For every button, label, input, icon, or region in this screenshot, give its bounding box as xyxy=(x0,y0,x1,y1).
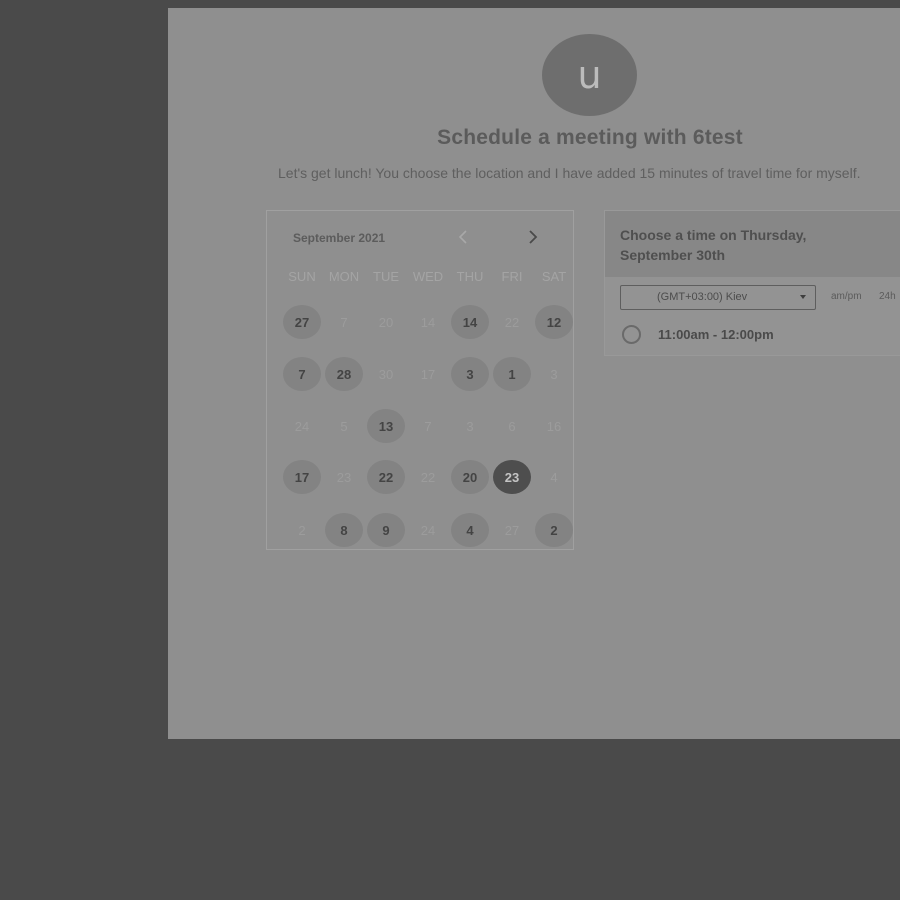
weekday-label: MON xyxy=(328,269,360,284)
selected-day[interactable]: 23 xyxy=(493,460,531,494)
day-cell: 22 xyxy=(420,469,436,485)
day-cell: 30 xyxy=(378,366,394,382)
chevron-right-icon xyxy=(529,230,538,244)
available-day[interactable]: 27 xyxy=(283,305,321,339)
day-cell: 3 xyxy=(466,418,474,434)
available-day[interactable]: 9 xyxy=(367,513,405,547)
day-cell: 24 xyxy=(294,418,310,434)
avatar-initial: u xyxy=(577,53,602,97)
day-cell: 27 xyxy=(504,522,520,538)
available-day[interactable]: 28 xyxy=(325,357,363,391)
avatar: u xyxy=(542,34,637,116)
available-day[interactable]: 8 xyxy=(325,513,363,547)
day-cell: 3 xyxy=(550,366,558,382)
available-day[interactable]: 17 xyxy=(283,460,321,494)
timezone-select[interactable]: (GMT+03:00) Kiev xyxy=(620,285,816,310)
time-picker-panel: Choose a time on Thursday, September 30t… xyxy=(604,210,900,356)
available-day[interactable]: 7 xyxy=(283,357,321,391)
day-cell: 16 xyxy=(546,418,562,434)
page-subtitle: Let's get lunch! You choose the location… xyxy=(278,165,861,181)
calendar: September 2021 SUN MON TUE WED THU FRI SAT 27 7… xyxy=(266,210,574,550)
day-cell: 23 xyxy=(336,469,352,485)
available-day[interactable]: 1 xyxy=(493,357,531,391)
calendar-month-label: September 2021 xyxy=(293,231,386,245)
scheduler-panel: u Schedule a meeting with 6test Let's ge… xyxy=(168,8,900,739)
available-day[interactable]: 20 xyxy=(451,460,489,494)
available-day[interactable]: 22 xyxy=(367,460,405,494)
day-cell: 24 xyxy=(420,522,436,538)
weekday-label: TUE xyxy=(373,269,399,284)
available-day[interactable]: 14 xyxy=(451,305,489,339)
time-slot-label: 11:00am - 12:00pm xyxy=(658,327,774,342)
next-month-button[interactable] xyxy=(523,227,543,247)
day-cell: 5 xyxy=(340,418,348,434)
available-day[interactable]: 2 xyxy=(535,513,573,547)
day-cell: 4 xyxy=(550,469,558,485)
day-cell: 22 xyxy=(504,314,520,330)
radio-button[interactable] xyxy=(622,325,641,344)
day-cell: 2 xyxy=(298,522,306,538)
previous-month-button[interactable] xyxy=(453,227,473,247)
ampm-format-toggle[interactable]: am/pm xyxy=(831,291,862,302)
day-cell: 14 xyxy=(420,314,436,330)
timezone-value: (GMT+03:00) Kiev xyxy=(657,291,748,303)
time-picker-header: Choose a time on Thursday, September 30t… xyxy=(605,211,900,277)
day-cell: 6 xyxy=(508,418,516,434)
caret-down-icon xyxy=(800,295,806,299)
available-day[interactable]: 12 xyxy=(535,305,573,339)
day-cell: 17 xyxy=(420,366,436,382)
day-cell: 7 xyxy=(340,314,348,330)
weekday-label: WED xyxy=(412,269,444,284)
weekday-label: FRI xyxy=(501,269,523,284)
day-cell: 20 xyxy=(378,314,394,330)
available-day[interactable]: 4 xyxy=(451,513,489,547)
page-title: Schedule a meeting with 6test xyxy=(437,126,743,149)
day-cell: 7 xyxy=(424,418,432,434)
available-day[interactable]: 3 xyxy=(451,357,489,391)
weekday-label: THU xyxy=(456,269,484,284)
available-day[interactable]: 13 xyxy=(367,409,405,443)
chevron-left-icon xyxy=(458,230,467,244)
24h-format-toggle[interactable]: 24h xyxy=(879,291,896,302)
time-slot-option[interactable]: 11:00am - 12:00pm xyxy=(622,324,862,348)
weekday-label: SUN xyxy=(288,269,316,284)
time-picker-title: Choose a time on Thursday, September 30t… xyxy=(620,227,807,263)
weekday-label: SAT xyxy=(541,269,567,284)
